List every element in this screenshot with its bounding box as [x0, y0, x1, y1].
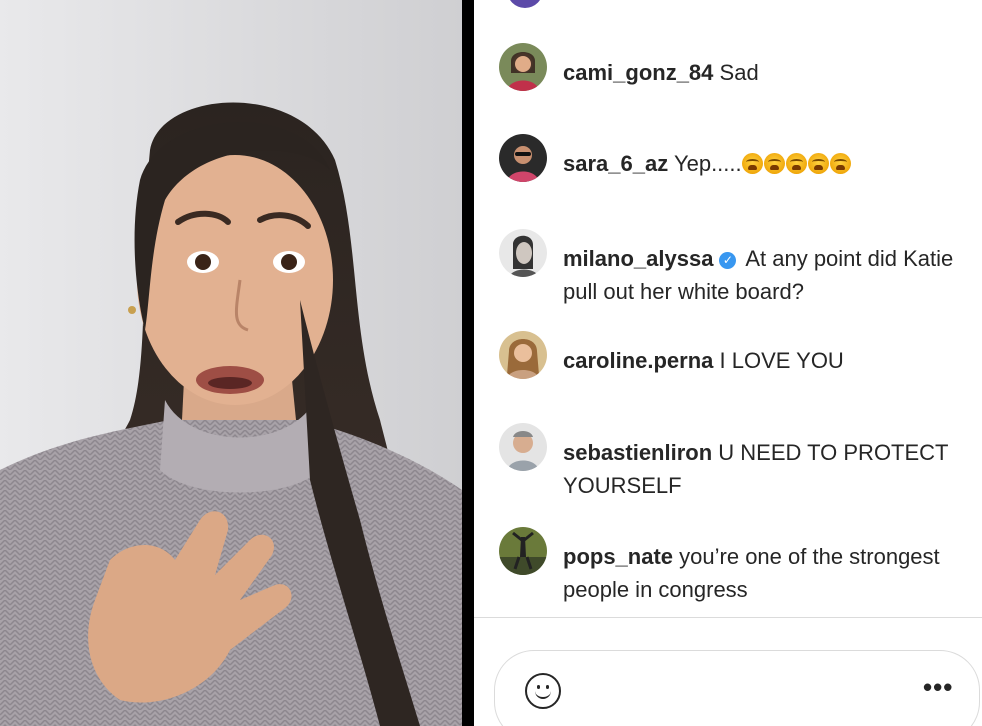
- comment-text: pops_nate you’re one of the strongest pe…: [563, 540, 973, 606]
- avatar[interactable]: [499, 527, 547, 575]
- partial-avatar: [507, 0, 543, 8]
- avatar[interactable]: [499, 43, 547, 91]
- comment-body: Yep.....: [673, 151, 742, 176]
- crying-emoji-icon: [785, 153, 807, 174]
- crying-emoji-icon: [807, 153, 829, 174]
- avatar[interactable]: [499, 423, 547, 471]
- comment-username[interactable]: sara_6_az: [563, 151, 668, 176]
- composer-separator: [474, 617, 982, 618]
- verified-badge-icon: ✓: [719, 252, 737, 269]
- more-options-icon[interactable]: •••: [923, 674, 953, 700]
- comment-username[interactable]: caroline.perna: [563, 348, 713, 373]
- comment-text: sara_6_az Yep.....: [563, 147, 973, 180]
- crying-emoji-icon: [741, 153, 763, 174]
- comment-username[interactable]: pops_nate: [563, 544, 673, 569]
- comment-body: Sad: [719, 60, 759, 85]
- comment-username[interactable]: milano_alyssa: [563, 246, 713, 271]
- comment-text: caroline.perna I LOVE YOU: [563, 344, 973, 377]
- panel-divider: [462, 0, 474, 726]
- live-video-frame[interactable]: [0, 0, 462, 726]
- comment-username[interactable]: cami_gonz_84: [563, 60, 713, 85]
- comments-panel: cami_gonz_84 Sad sara_6_az Yep..... mila…: [474, 0, 982, 726]
- crying-emoji-icon: [829, 153, 851, 174]
- smiley-icon[interactable]: [525, 673, 561, 709]
- video-person-image: [0, 0, 462, 726]
- comment-text: cami_gonz_84 Sad: [563, 56, 973, 89]
- comment-text: milano_alyssa ✓ At any point did Katie pu…: [563, 242, 973, 308]
- comment-text: sebastienliron U NEED TO PROTECT YOURSEL…: [563, 436, 973, 502]
- avatar[interactable]: [499, 229, 547, 277]
- avatar[interactable]: [499, 331, 547, 379]
- comment-composer[interactable]: •••: [494, 650, 980, 726]
- crying-emoji-icon: [763, 153, 785, 174]
- comment-username[interactable]: sebastienliron: [563, 440, 712, 465]
- avatar[interactable]: [499, 134, 547, 182]
- comment-body: I LOVE YOU: [719, 348, 844, 373]
